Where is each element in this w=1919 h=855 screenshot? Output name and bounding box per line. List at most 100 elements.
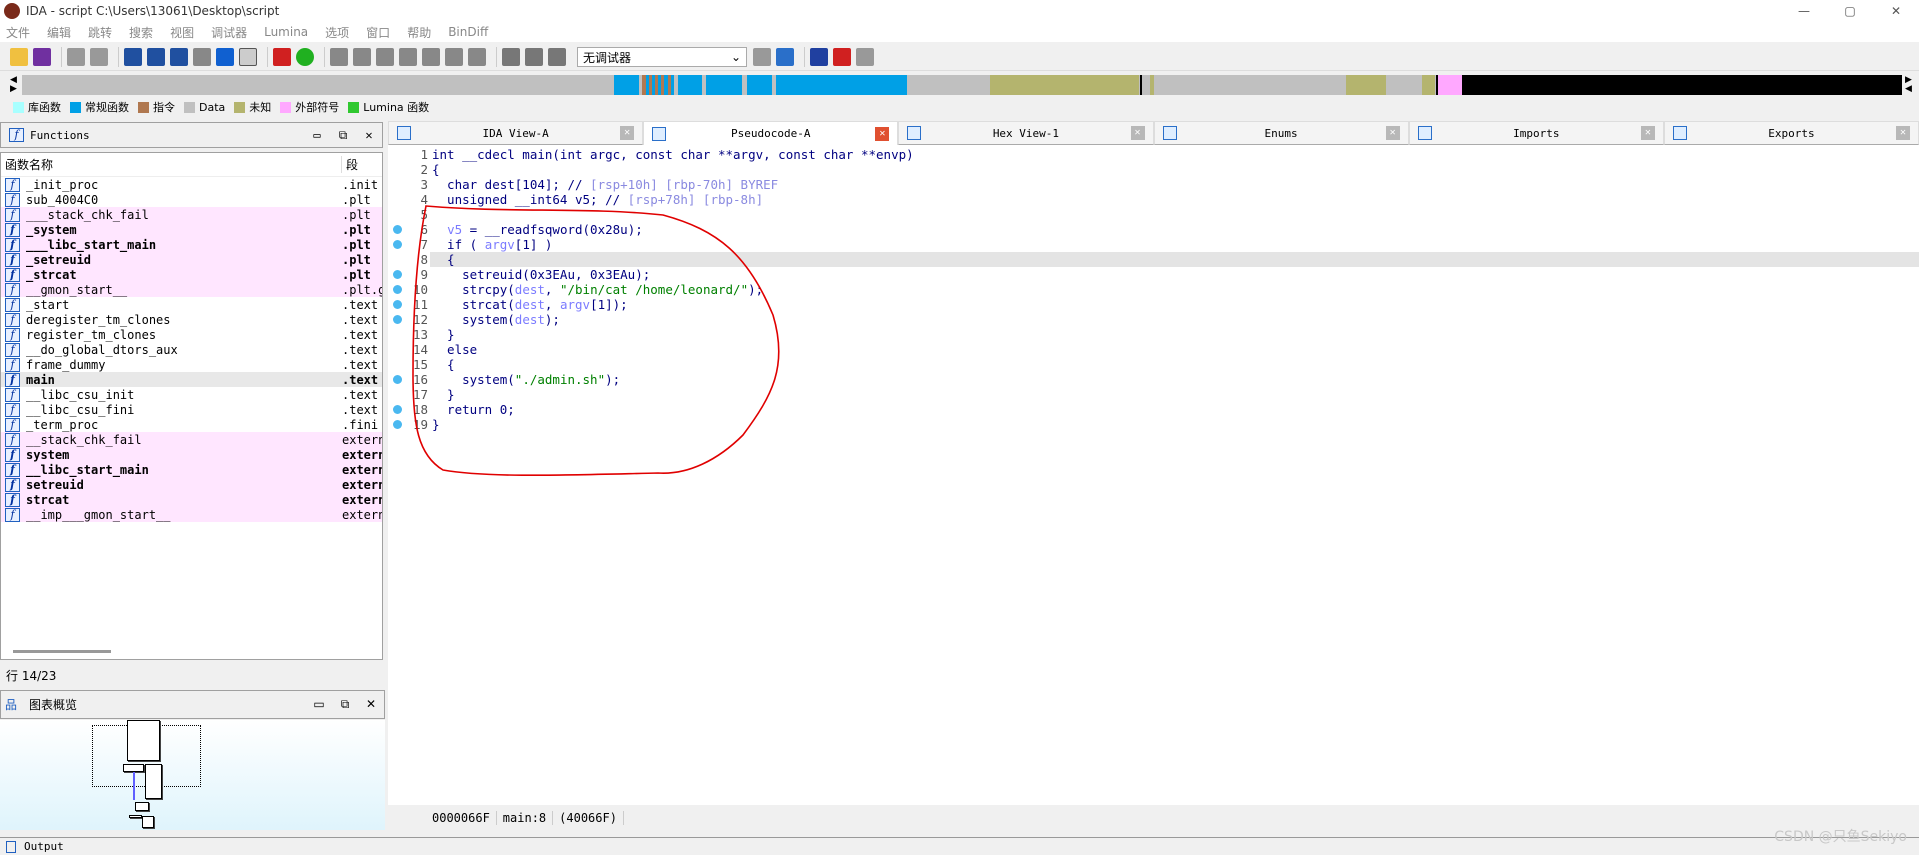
- function-row[interactable]: f _init_proc .init: [1, 177, 382, 192]
- start-debug-icon[interactable]: [502, 48, 520, 66]
- function-row[interactable]: f _start .text: [1, 297, 382, 312]
- horizontal-scrollbar[interactable]: [13, 650, 111, 653]
- open-icon[interactable]: [10, 48, 28, 66]
- function-segment: .plt: [342, 207, 371, 222]
- function-segment: .plt: [342, 237, 371, 252]
- graph-overview[interactable]: [0, 720, 385, 830]
- menu-item[interactable]: 文件: [6, 24, 30, 41]
- search-next-icon[interactable]: [193, 48, 211, 66]
- pseudocode-view[interactable]: 1 int __cdecl main(int argc, const char *…: [388, 145, 1919, 805]
- close-panel-icon[interactable]: ✕: [356, 128, 382, 143]
- search-sequence-icon[interactable]: [124, 48, 142, 66]
- menu-item[interactable]: 帮助: [407, 24, 431, 41]
- tab-hex-view-1[interactable]: Hex View-1 ✕: [898, 121, 1154, 145]
- function-row[interactable]: f _term_proc .fini: [1, 417, 382, 432]
- debugger-select[interactable]: 无调试器 ⌄: [577, 47, 747, 67]
- jump-icon[interactable]: [216, 48, 234, 66]
- close-button[interactable]: ✕: [1873, 0, 1919, 22]
- function-row[interactable]: f _strcat .plt: [1, 267, 382, 282]
- tab-pseudocode-a[interactable]: Pseudocode-A ✕: [643, 121, 899, 145]
- close-panel-icon[interactable]: ✕: [358, 697, 384, 712]
- ascii-icon[interactable]: [376, 48, 394, 66]
- menu-item[interactable]: 视图: [170, 24, 194, 41]
- pause-icon[interactable]: [525, 48, 543, 66]
- nav-scroll-left-icon[interactable]: ◀ ▶: [10, 76, 17, 94]
- nav-scroll-right-icon[interactable]: ▶ ◀: [1905, 76, 1912, 94]
- menu-item[interactable]: BinDiff: [448, 25, 488, 39]
- function-row[interactable]: f frame_dummy .text: [1, 357, 382, 372]
- menu-item[interactable]: 选项: [325, 24, 349, 41]
- function-row[interactable]: f main .text: [1, 372, 382, 387]
- menu-item[interactable]: 编辑: [47, 24, 71, 41]
- float-panel-icon[interactable]: ⧉: [332, 697, 358, 712]
- maximize-panel-icon[interactable]: ▭: [306, 697, 332, 712]
- debugger-select-value: 无调试器: [583, 50, 632, 65]
- close-tab-icon[interactable]: ✕: [1130, 126, 1145, 140]
- decompile-icon[interactable]: [753, 48, 771, 66]
- function-row[interactable]: f ___stack_chk_fail .plt: [1, 207, 382, 222]
- code-icon[interactable]: [330, 48, 348, 66]
- function-row[interactable]: f deregister_tm_clones .text: [1, 312, 382, 327]
- menu-item[interactable]: 跳转: [88, 24, 112, 41]
- save-icon[interactable]: [33, 48, 51, 66]
- function-row[interactable]: f __libc_csu_fini .text: [1, 402, 382, 417]
- undefine-icon[interactable]: [468, 48, 486, 66]
- function-row[interactable]: f setreuid extern: [1, 477, 382, 492]
- breakpoint-list-icon[interactable]: [810, 48, 828, 66]
- nav-segment: [907, 75, 914, 95]
- array-icon[interactable]: [422, 48, 440, 66]
- maximize-panel-icon[interactable]: ▭: [304, 128, 330, 143]
- menu-item[interactable]: 调试器: [211, 24, 247, 41]
- graph-icon[interactable]: [273, 48, 291, 66]
- float-panel-icon[interactable]: ⧉: [330, 128, 356, 143]
- menu-item[interactable]: 窗口: [366, 24, 390, 41]
- function-row[interactable]: f ___libc_start_main .plt: [1, 237, 382, 252]
- struct-icon[interactable]: [399, 48, 417, 66]
- rename-icon[interactable]: [445, 48, 463, 66]
- close-tab-icon[interactable]: ✕: [1896, 126, 1911, 140]
- function-segment: .init: [342, 177, 379, 192]
- function-row[interactable]: f _setreuid .plt: [1, 252, 382, 267]
- function-row[interactable]: f __stack_chk_fail extern: [1, 432, 382, 447]
- forward-icon[interactable]: [90, 48, 108, 66]
- close-tab-icon[interactable]: ✕: [875, 126, 890, 141]
- function-row[interactable]: f system extern: [1, 447, 382, 462]
- function-row[interactable]: f register_tm_clones .text: [1, 327, 382, 342]
- search-immediate-icon[interactable]: [170, 48, 188, 66]
- function-row[interactable]: f __libc_start_main extern: [1, 462, 382, 477]
- function-row[interactable]: f sub_4004C0 .plt: [1, 192, 382, 207]
- add-breakpoint-icon[interactable]: [833, 48, 851, 66]
- row-info: 行 14/23: [6, 669, 57, 683]
- menu-item[interactable]: 搜索: [129, 24, 153, 41]
- navigation-band[interactable]: [22, 75, 1902, 95]
- function-row[interactable]: f __gmon_start__ .plt.got: [1, 282, 382, 297]
- output-panel-header[interactable]: Output: [0, 837, 1919, 855]
- close-tab-icon[interactable]: ✕: [1385, 126, 1400, 140]
- tab-exports[interactable]: Exports ✕: [1663, 121, 1919, 145]
- function-row[interactable]: f __imp___gmon_start__ extern: [1, 507, 382, 522]
- pseudocode-icon[interactable]: [776, 48, 794, 66]
- tab-enums[interactable]: Enums ✕: [1153, 121, 1409, 145]
- tab-imports[interactable]: Imports ✕: [1408, 121, 1664, 145]
- back-icon[interactable]: [67, 48, 85, 66]
- run-analysis-icon[interactable]: [296, 48, 314, 66]
- search-text-icon[interactable]: [147, 48, 165, 66]
- delete-breakpoint-icon[interactable]: [856, 48, 874, 66]
- tab-ida-view-a[interactable]: IDA View-A ✕: [388, 121, 644, 145]
- function-row[interactable]: f _system .plt: [1, 222, 382, 237]
- minimize-button[interactable]: —: [1781, 0, 1827, 22]
- status-address: (40066F): [559, 811, 624, 825]
- font-icon[interactable]: [239, 48, 257, 66]
- maximize-button[interactable]: ▢: [1827, 0, 1873, 22]
- function-row[interactable]: f strcat extern: [1, 492, 382, 507]
- column-segment[interactable]: 段: [341, 156, 358, 173]
- close-tab-icon[interactable]: ✕: [620, 126, 635, 140]
- data-icon[interactable]: [353, 48, 371, 66]
- function-row[interactable]: f __do_global_dtors_aux .text: [1, 342, 382, 357]
- column-function-name[interactable]: 函数名称: [1, 156, 341, 173]
- function-row[interactable]: f __libc_csu_init .text: [1, 387, 382, 402]
- menu-item[interactable]: Lumina: [264, 25, 308, 39]
- close-tab-icon[interactable]: ✕: [1640, 126, 1655, 140]
- nav-segment: [1438, 75, 1462, 95]
- stop-icon[interactable]: [548, 48, 566, 66]
